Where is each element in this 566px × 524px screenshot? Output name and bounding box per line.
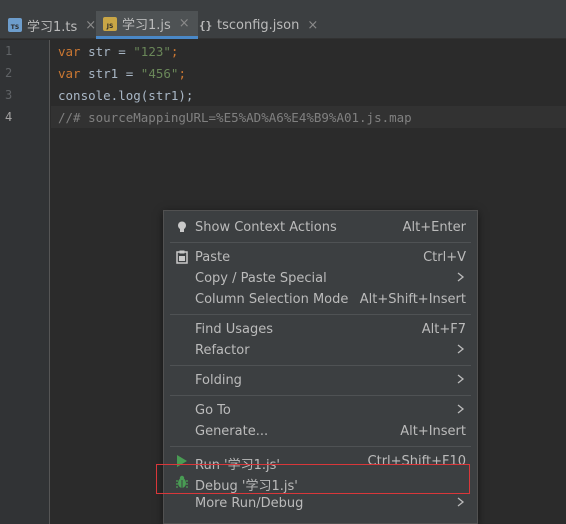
line-number: 4 xyxy=(5,110,13,124)
line-number: 2 xyxy=(5,66,13,80)
shortcut-label: Ctrl+V xyxy=(423,250,466,265)
javascript-file-icon: JS xyxy=(103,16,117,31)
code-line[interactable]: var str = "123"; xyxy=(58,44,178,59)
menu-item-go-to[interactable]: Go To xyxy=(164,400,477,421)
json-file-icon: {} xyxy=(198,18,212,32)
menu-item-paste[interactable]: Paste Ctrl+V xyxy=(164,247,477,268)
editor-tab-bar: TS 学习1.ts × JS 学习1.js × {} tsconfig.json… xyxy=(0,0,566,39)
menu-item-label: More Run/Debug xyxy=(195,496,304,511)
line-number: 1 xyxy=(5,44,13,58)
menu-item-label: Paste xyxy=(195,250,231,265)
code-line[interactable]: console.log(str1); xyxy=(58,88,193,103)
menu-item-find-usages[interactable]: Find Usages Alt+F7 xyxy=(164,319,477,340)
line-number-gutter: 1 2 3 4 xyxy=(0,40,50,524)
tab-tsconfig-json[interactable]: {} tsconfig.json × xyxy=(198,11,318,39)
menu-separator xyxy=(170,314,471,315)
close-icon[interactable]: × xyxy=(179,16,190,31)
code-token: console.log(str1); xyxy=(58,88,194,103)
clipboard-icon xyxy=(175,250,189,264)
menu-item-column-selection-mode[interactable]: Column Selection Mode Alt+Shift+Insert xyxy=(164,289,477,310)
svg-text:{}: {} xyxy=(199,19,212,32)
menu-item-label: Folding xyxy=(195,373,242,388)
submenu-arrow-icon xyxy=(457,270,465,284)
line-number: 3 xyxy=(5,88,13,102)
submenu-arrow-icon xyxy=(457,372,465,386)
menu-separator xyxy=(170,242,471,243)
close-icon[interactable]: × xyxy=(307,18,318,33)
keyword-token: var xyxy=(58,44,81,59)
tab-study1-js[interactable]: JS 学习1.js × xyxy=(96,11,198,39)
menu-item-label: Go To xyxy=(195,403,231,418)
code-token: str1 = xyxy=(80,66,141,81)
shortcut-label: Alt+Insert xyxy=(400,424,466,439)
tab-study1-ts[interactable]: TS 学习1.ts × xyxy=(8,11,96,39)
typescript-file-icon: TS xyxy=(8,18,22,32)
semicolon-token: ; xyxy=(178,66,186,81)
shortcut-label: Alt+Enter xyxy=(402,220,466,235)
debug-item-annotation-box xyxy=(156,464,470,494)
string-token: "456" xyxy=(140,66,179,81)
menu-item-copy-paste-special[interactable]: Copy / Paste Special xyxy=(164,268,477,289)
menu-item-label: Generate... xyxy=(195,424,269,439)
shortcut-label: Alt+Shift+Insert xyxy=(359,292,466,307)
menu-item-label: Show Context Actions xyxy=(195,220,337,235)
submenu-arrow-icon xyxy=(457,495,465,509)
menu-separator xyxy=(170,365,471,366)
close-icon[interactable]: × xyxy=(85,18,96,33)
menu-item-more-run-debug[interactable]: More Run/Debug xyxy=(164,493,477,514)
shortcut-label: Alt+F7 xyxy=(421,322,466,337)
menu-item-show-context-actions[interactable]: Show Context Actions Alt+Enter xyxy=(164,217,477,238)
tab-label: tsconfig.json xyxy=(217,17,300,33)
menu-item-label: Find Usages xyxy=(195,322,274,337)
submenu-arrow-icon xyxy=(457,402,465,416)
menu-item-folding[interactable]: Folding xyxy=(164,370,477,391)
tab-label: 学习1.js xyxy=(122,18,171,33)
lightbulb-icon xyxy=(175,220,189,234)
code-line[interactable]: var str1 = "456"; xyxy=(58,66,186,81)
submenu-arrow-icon xyxy=(457,342,465,356)
code-token: str = xyxy=(80,44,134,59)
menu-item-label: Copy / Paste Special xyxy=(195,271,327,286)
string-token: "123" xyxy=(133,44,171,59)
menu-item-label: Refactor xyxy=(195,343,250,358)
menu-separator xyxy=(170,395,471,396)
tab-label: 学习1.ts xyxy=(27,19,78,35)
keyword-token: var xyxy=(58,66,81,81)
menu-item-generate[interactable]: Generate... Alt+Insert xyxy=(164,421,477,442)
menu-separator xyxy=(170,446,471,447)
menu-item-refactor[interactable]: Refactor xyxy=(164,340,477,361)
semicolon-token: ; xyxy=(170,44,179,59)
menu-item-label: Column Selection Mode xyxy=(195,292,349,307)
comment-token: //# sourceMappingURL=%E5%AD%A6%E4%B9%A01… xyxy=(58,110,412,125)
code-line[interactable]: //# sourceMappingURL=%E5%AD%A6%E4%B9%A01… xyxy=(58,110,412,125)
